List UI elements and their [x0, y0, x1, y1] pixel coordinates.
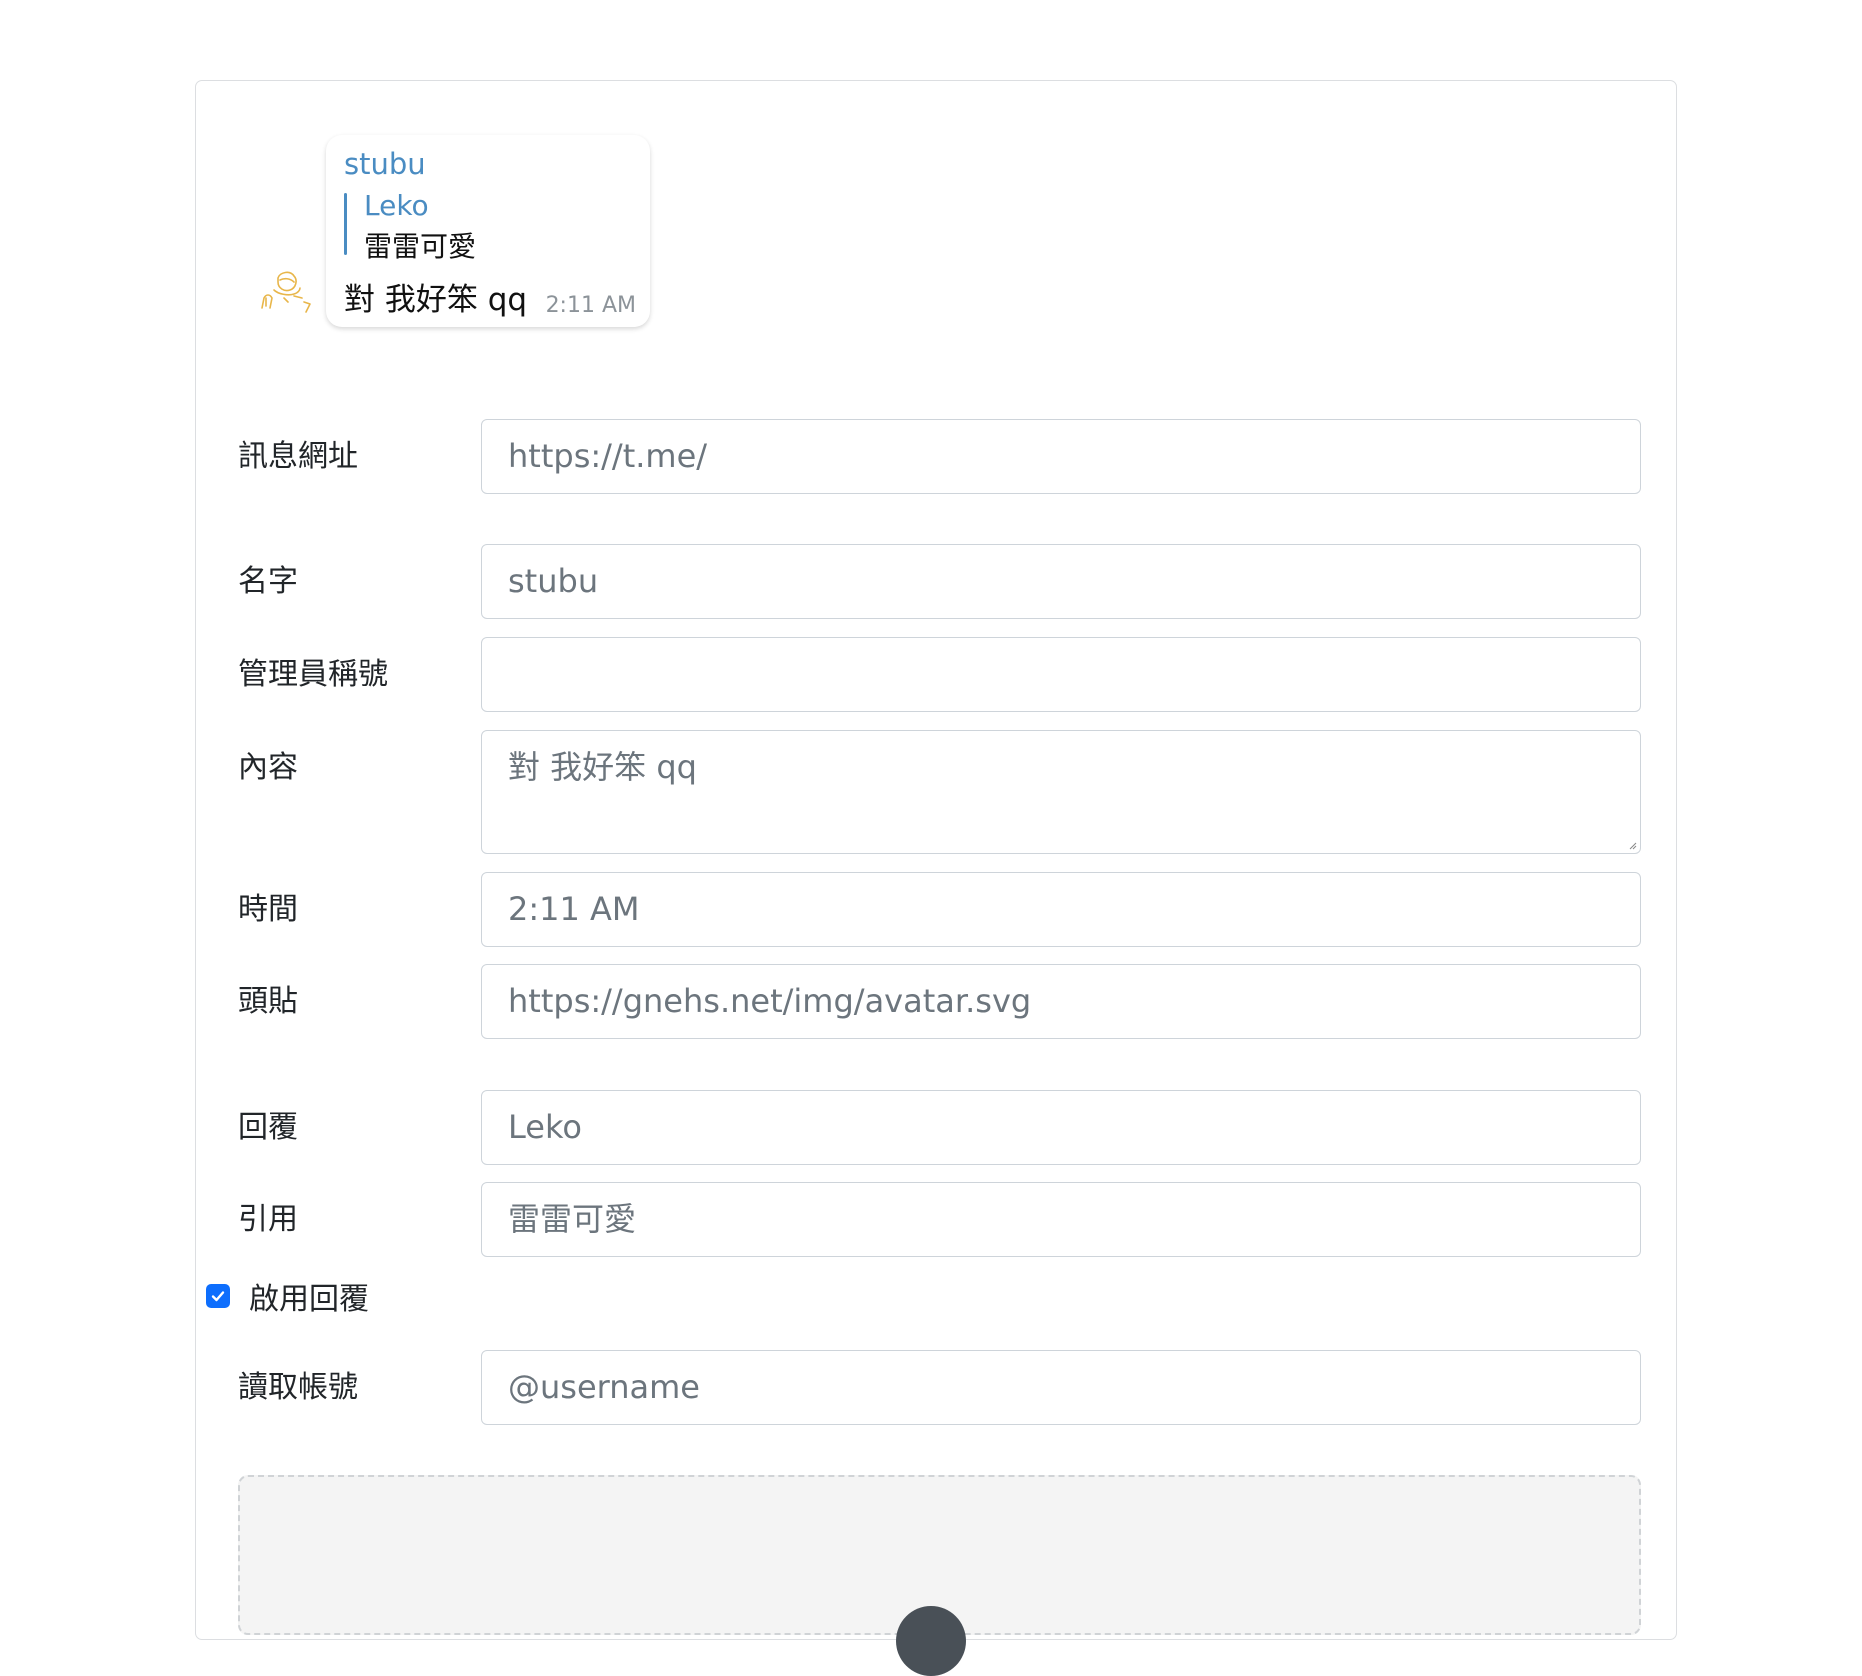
message-url-label: 訊息網址: [238, 439, 358, 474]
time-label: 時間: [238, 892, 298, 927]
bubble-message-text: 對 我好笨 qq: [344, 282, 528, 318]
avatar-url-input[interactable]: https://gnehs.net/img/avatar.svg: [481, 964, 1641, 1039]
quote-input[interactable]: 雷雷可愛: [481, 1182, 1641, 1257]
time-input[interactable]: 2:11 AM: [481, 872, 1641, 947]
enable-reply-label[interactable]: 啟用回覆: [249, 1274, 369, 1318]
bubble-message-time: 2:11 AM: [545, 293, 636, 318]
reply-input[interactable]: Leko: [481, 1090, 1641, 1165]
reply-quote-bar: [344, 193, 347, 255]
reply-label: 回覆: [238, 1110, 298, 1145]
admin-title-input[interactable]: [481, 637, 1641, 712]
enable-reply-checkbox[interactable]: [206, 1284, 230, 1308]
read-account-input[interactable]: @username: [481, 1350, 1641, 1425]
quote-label: 引用: [238, 1202, 298, 1237]
message-bubble-preview: stubu Leko 雷雷可愛 對 我好笨 qq 2:11 AM: [326, 135, 650, 327]
content-textarea[interactable]: 對 我好笨 qq: [481, 730, 1641, 854]
content-label: 內容: [238, 750, 298, 785]
bubble-reply-text: 雷雷可愛: [364, 230, 477, 263]
bubble-sender-name: stubu: [344, 147, 426, 181]
enable-reply-row[interactable]: 啟用回覆: [206, 1274, 369, 1318]
bubble-reply-name: Leko: [364, 189, 429, 222]
checkmark-icon: [211, 1291, 225, 1302]
upload-icon[interactable]: [896, 1606, 966, 1676]
avatar-label: 頭貼: [238, 984, 298, 1019]
message-url-input[interactable]: https://t.me/: [481, 419, 1641, 494]
content-textarea-value: 對 我好笨 qq: [508, 748, 697, 786]
read-account-label: 讀取帳號: [238, 1370, 358, 1405]
name-label: 名字: [238, 564, 298, 599]
admin-title-label: 管理員稱號: [238, 657, 388, 692]
name-input[interactable]: stubu: [481, 544, 1641, 619]
resize-grip-icon[interactable]: [1629, 842, 1637, 850]
sketch-avatar-icon: [261, 271, 311, 313]
